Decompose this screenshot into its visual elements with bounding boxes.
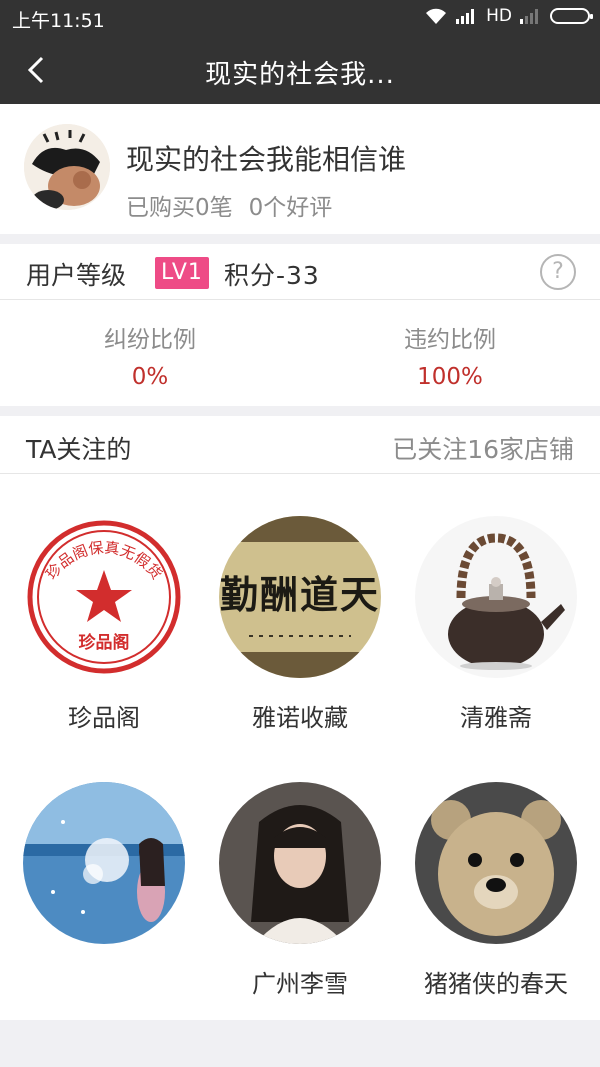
level-badge: LV1 xyxy=(155,257,209,289)
network-type: HD xyxy=(486,6,512,26)
shop-item[interactable]: 广州李雪 xyxy=(202,782,398,998)
shop-item[interactable]: 清雅斋 xyxy=(398,516,594,732)
page-title: 现实的社会我... xyxy=(205,60,395,90)
seal-center-text: 珍品阁 xyxy=(79,632,130,653)
purchase-count: 已购买0笔 xyxy=(126,195,233,221)
shop-avatar xyxy=(23,782,185,944)
following-title: TA关注的 xyxy=(26,435,132,464)
shop-avatar xyxy=(415,782,577,944)
shop-item[interactable]: 珍品阁保真无假货 珍品阁 珍品阁 xyxy=(6,516,202,732)
help-icon[interactable]: ? xyxy=(540,254,576,290)
shop-avatar: 天道酬勤 xyxy=(219,516,381,678)
signal-weak-icon xyxy=(520,9,538,24)
profile-card: 现实的社会我能相信谁 已购买0笔 0个好评 xyxy=(0,104,600,234)
shop-avatar: 珍品阁保真无假货 珍品阁 xyxy=(23,516,185,678)
ratio-row: 纠纷比例 0% 违约比例 100% xyxy=(0,300,600,406)
score-text: 积分-33 xyxy=(224,261,320,290)
user-level-row: 用户等级 LV1 积分-33 ? xyxy=(0,244,600,300)
shop-name: 广州李雪 xyxy=(252,970,348,998)
shop-name: 清雅斋 xyxy=(460,704,532,732)
dispute-ratio: 纠纷比例 0% xyxy=(0,320,300,390)
battery-icon xyxy=(550,8,593,24)
review-count: 0个好评 xyxy=(248,195,333,221)
signal-icon xyxy=(456,9,475,24)
following-header: TA关注的 已关注16家店铺 xyxy=(0,416,600,474)
following-count[interactable]: 已关注16家店铺 xyxy=(392,430,574,466)
nav-bar: 现实的社会我... xyxy=(0,34,600,104)
user-name: 现实的社会我能相信谁 xyxy=(126,143,407,176)
breach-ratio-value: 100% xyxy=(417,364,483,390)
followed-shops-grid: 珍品阁保真无假货 珍品阁 珍品阁 天道酬勤 雅诺收藏 清雅斋 广州李雪 猪猪侠的… xyxy=(0,474,600,1020)
shop-name: 猪猪侠的春天 xyxy=(424,970,568,998)
shop-avatar xyxy=(219,782,381,944)
shop-item[interactable] xyxy=(6,782,202,994)
calligraphy-text: 天道酬勤 xyxy=(220,572,380,617)
level-label: 用户等级 xyxy=(26,261,127,290)
breach-ratio-label: 违约比例 xyxy=(404,327,496,353)
shop-item[interactable]: 天道酬勤 雅诺收藏 xyxy=(202,516,398,732)
status-bar: 上午11:51 HD xyxy=(0,0,600,34)
avatar[interactable] xyxy=(24,124,110,210)
wifi-icon xyxy=(426,8,447,24)
shop-item[interactable]: 猪猪侠的春天 xyxy=(398,782,594,998)
shop-name: 珍品阁 xyxy=(68,704,140,732)
shop-avatar xyxy=(415,516,577,678)
shop-name: 雅诺收藏 xyxy=(252,704,348,732)
shop-name xyxy=(6,964,202,994)
dispute-ratio-label: 纠纷比例 xyxy=(104,327,196,353)
status-time: 上午11:51 xyxy=(12,10,105,32)
breach-ratio: 违约比例 100% xyxy=(300,320,600,390)
dispute-ratio-value: 0% xyxy=(131,364,169,390)
